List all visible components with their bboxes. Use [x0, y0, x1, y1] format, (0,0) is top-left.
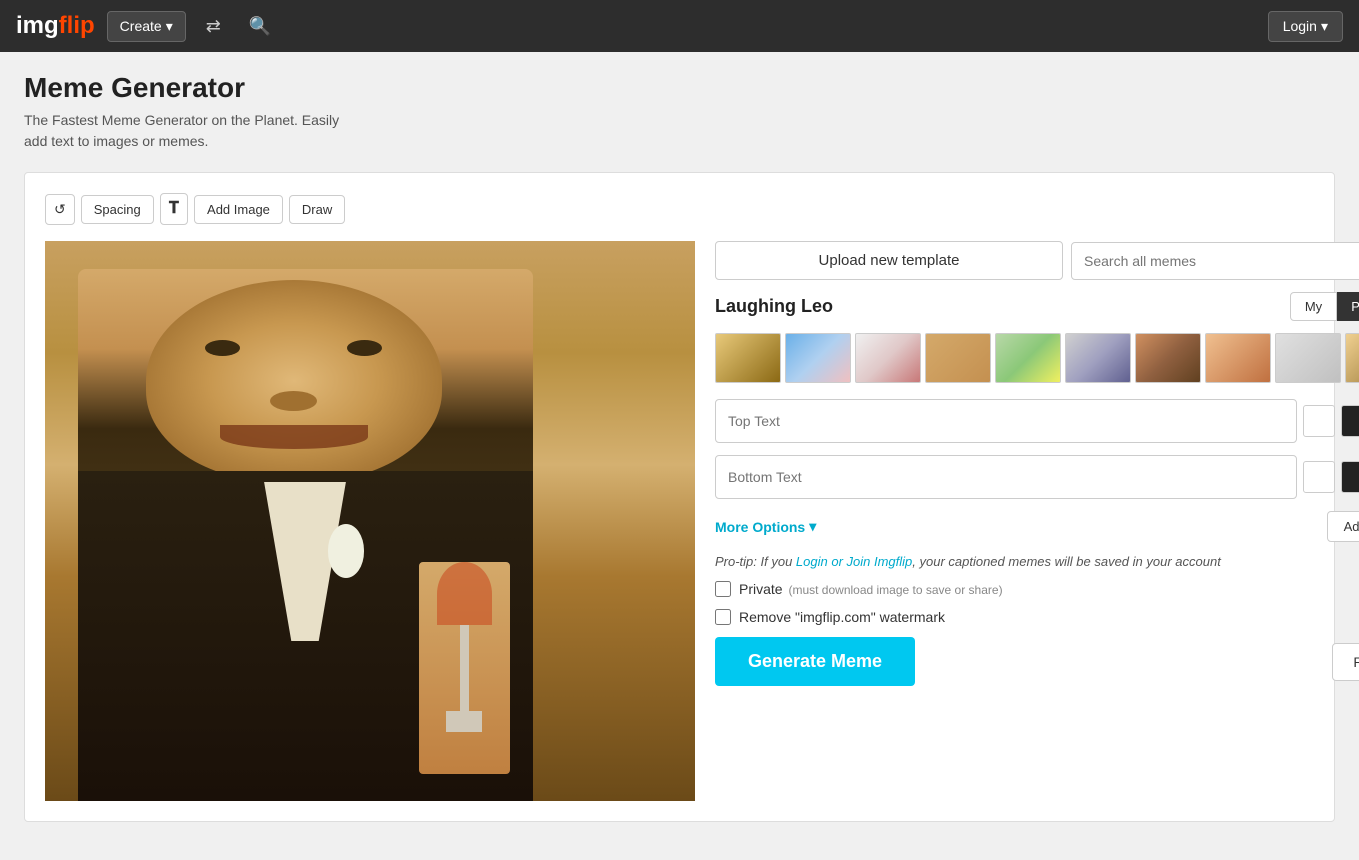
leo-hand [419, 562, 510, 775]
meme-image [45, 241, 695, 801]
more-options-arrow-icon: ▾ [809, 518, 816, 535]
bottom-text-input[interactable] [715, 455, 1297, 499]
logo-text: imgflip [16, 12, 95, 40]
tab-buttons: My Popular [1290, 292, 1359, 321]
header-left: imgflip Create ▾ ⇄ 🔍 [16, 11, 279, 42]
meme-preview [45, 241, 695, 801]
login-button[interactable]: Login ▾ [1268, 11, 1343, 42]
add-image-button[interactable]: Add Image [194, 195, 283, 224]
top-text-color-white[interactable] [1303, 405, 1335, 437]
top-text-input[interactable] [715, 399, 1297, 443]
shuffle-icon-button[interactable]: ⇄ [198, 12, 229, 41]
add-text-button[interactable]: Add Text [1327, 511, 1359, 542]
thumb-9[interactable] [1275, 333, 1341, 383]
create-button[interactable]: Create ▾ [107, 11, 186, 42]
reset-button[interactable]: Reset [1332, 643, 1359, 681]
private-checkbox[interactable] [715, 581, 731, 597]
thumb-2[interactable] [785, 333, 851, 383]
template-tabs: Laughing Leo My Popular [715, 292, 1359, 321]
thumb-6[interactable] [1065, 333, 1131, 383]
meme-image-container [45, 241, 695, 801]
more-options-button[interactable]: More Options ▾ [715, 518, 816, 535]
top-text-row: ⚙ [715, 399, 1359, 443]
font-button[interactable]: 𝐓 [160, 193, 188, 225]
thumb-4[interactable] [925, 333, 991, 383]
font-icon: 𝐓 [169, 200, 179, 217]
logo-flip-part: flip [59, 12, 95, 39]
editor-area: Upload new template Laughing Leo My Popu… [45, 241, 1314, 801]
bottom-text-color-black[interactable] [1341, 461, 1359, 493]
template-name: Laughing Leo [715, 296, 833, 317]
watermark-checkbox[interactable] [715, 609, 731, 625]
page-title: Meme Generator [24, 72, 1335, 104]
thumb-1[interactable] [715, 333, 781, 383]
spacing-button[interactable]: Spacing [81, 195, 154, 224]
template-buttons: Upload new template [715, 241, 1359, 280]
logo[interactable]: imgflip [16, 12, 95, 40]
pro-tip: Pro-tip: If you Login or Join Imgflip, y… [715, 554, 1359, 569]
thumb-7[interactable] [1135, 333, 1201, 383]
options-row: More Options ▾ Add Text [715, 511, 1359, 542]
leo-face [146, 280, 442, 482]
main-card: ↺ Spacing 𝐓 Add Image Draw [24, 172, 1335, 822]
leo-eye-left [205, 340, 240, 356]
private-label[interactable]: Private (must download image to save or … [739, 581, 1003, 597]
watermark-checkbox-row: Remove "imgflip.com" watermark [715, 609, 1359, 625]
page-subtitle: The Fastest Meme Generator on the Planet… [24, 110, 1335, 152]
private-checkbox-row: Private (must download image to save or … [715, 581, 1359, 597]
draw-button[interactable]: Draw [289, 195, 345, 224]
logo-img-part: img [16, 12, 59, 39]
controls-area: Upload new template Laughing Leo My Popu… [715, 241, 1359, 801]
leo-body [78, 269, 533, 801]
thumbnails-row [715, 333, 1359, 387]
search-icon-button[interactable]: 🔍 [241, 12, 279, 41]
upload-template-button[interactable]: Upload new template [715, 241, 1063, 280]
thumb-3[interactable] [855, 333, 921, 383]
toolbar: ↺ Spacing 𝐓 Add Image Draw [45, 193, 1314, 225]
tab-my[interactable]: My [1290, 292, 1337, 321]
wine-glass-bowl [437, 562, 492, 626]
generate-meme-button[interactable]: Generate Meme [715, 637, 915, 686]
leo-nose [270, 391, 317, 411]
wine-glass-base [446, 711, 482, 732]
leo-flower [328, 524, 364, 577]
reset-toolbar-button[interactable]: ↺ [45, 194, 75, 225]
thumb-5[interactable] [995, 333, 1061, 383]
page-content: Meme Generator The Fastest Meme Generato… [0, 52, 1359, 842]
bottom-text-row: ⚙ [715, 455, 1359, 499]
login-join-link[interactable]: Login or Join Imgflip [796, 554, 912, 569]
tab-popular[interactable]: Popular [1337, 292, 1359, 321]
thumb-8[interactable] [1205, 333, 1271, 383]
thumb-10[interactable] [1345, 333, 1359, 383]
reset-icon: ↺ [54, 201, 66, 217]
wine-glass-stem [460, 625, 469, 710]
top-text-color-black[interactable] [1341, 405, 1359, 437]
bottom-text-color-white[interactable] [1303, 461, 1335, 493]
leo-eye-right [347, 340, 382, 356]
action-buttons: Generate Meme Reset [715, 637, 1359, 686]
leo-mouth [220, 425, 368, 449]
search-memes-input[interactable] [1071, 242, 1359, 280]
header-right: Login ▾ [1268, 11, 1343, 42]
watermark-label[interactable]: Remove "imgflip.com" watermark [739, 609, 945, 625]
header: imgflip Create ▾ ⇄ 🔍 Login ▾ [0, 0, 1359, 52]
